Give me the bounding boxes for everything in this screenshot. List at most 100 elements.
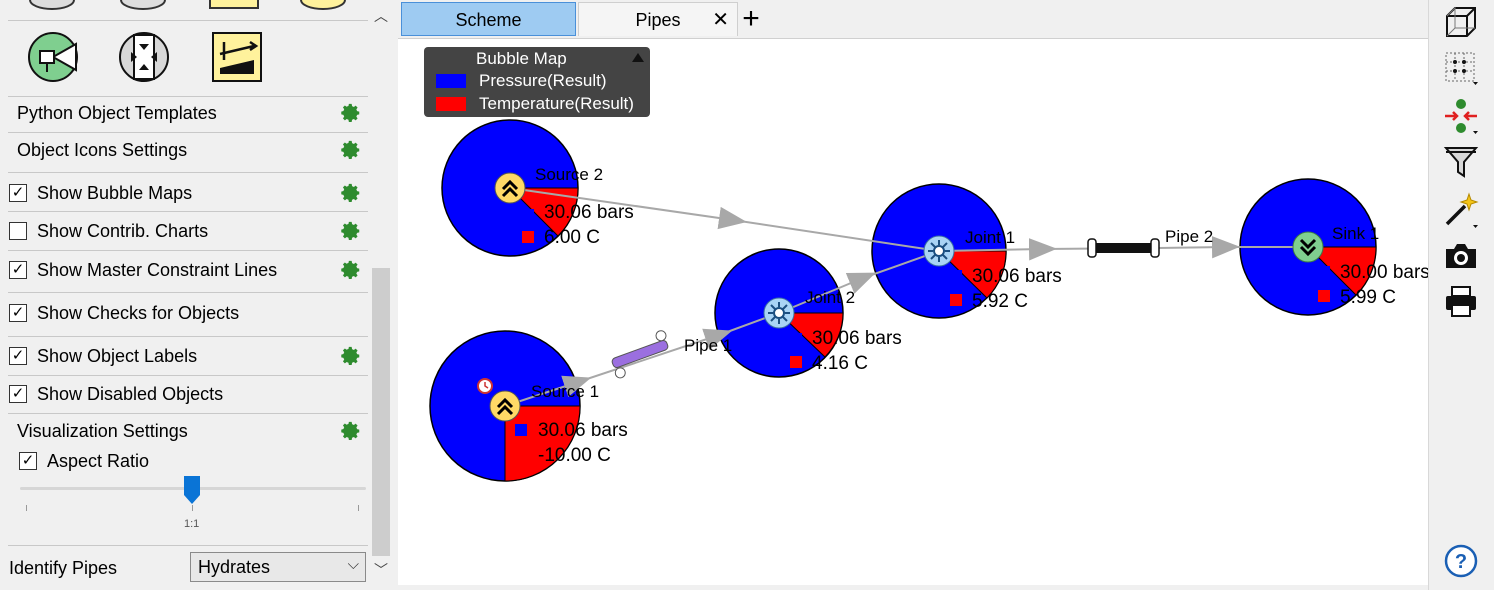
object-icons-row[interactable]: Object Icons Settings [0,133,368,167]
chevron-down-icon: ⌵ [347,556,359,573]
joint2-label: Joint 2 [805,288,855,307]
source2-pressure: 30.06 bars [544,202,634,223]
show-contrib-charts-row[interactable]: Show Contrib. Charts [0,214,368,248]
source1-pressure: 30.06 bars [538,420,628,441]
slider-tick [26,505,27,511]
compressor-tool-icon[interactable] [210,30,264,84]
show-bubble-maps-checkbox[interactable]: ✓ [9,184,27,202]
source1-temperature: -10.00 C [538,445,611,466]
sink1-pressure: 30.00 bars [1340,262,1428,283]
network-diagram: Source 2 30.06 bars 6.00 C Source 1 30.0… [429,119,1428,482]
show-contrib-charts-checkbox[interactable] [9,222,27,240]
gear-icon[interactable] [340,420,362,442]
add-tab-icon[interactable]: + [736,2,766,36]
identify-pipes-select[interactable]: Hydrates ⌵ [190,552,366,582]
show-master-constraint-label: Show Master Constraint Lines [37,259,278,280]
show-bubble-maps-row[interactable]: ✓ Show Bubble Maps [0,176,368,210]
python-templates-row[interactable]: Python Object Templates [0,96,368,130]
show-disabled-row[interactable]: ✓ Show Disabled Objects [0,377,368,411]
help-icon[interactable]: ? [1443,543,1479,579]
visualization-settings-row[interactable]: Visualization Settings [0,414,368,448]
left-panel-scrollbar[interactable]: ︿ ﹀ [368,0,394,590]
connect-icon[interactable] [1443,98,1479,134]
joint1-label: Joint 1 [965,228,1015,247]
temperature-marker [950,294,962,306]
grid-icon[interactable] [1443,50,1479,86]
scroll-down-icon[interactable]: ﹀ [373,562,389,578]
scroll-up-icon[interactable]: ︿ [373,8,389,24]
aspect-ratio-checkbox[interactable]: ✓ [19,452,37,470]
tab-scheme-label: Scheme [455,10,522,30]
pressure-marker [522,209,534,221]
camera-icon[interactable] [1443,238,1479,274]
left-panel: Python Object Templates Object Icons Set… [0,0,368,590]
gear-icon[interactable] [340,102,362,124]
aspect-ratio-row[interactable]: ✓ Aspect Ratio [10,444,378,478]
gear-icon[interactable] [340,259,362,281]
scrollbar-thumb[interactable] [372,268,390,556]
scheme-canvas[interactable]: Source 2 30.06 bars 6.00 C Source 1 30.0… [398,38,1428,585]
pressure-marker [790,333,802,345]
slider-ratio-label: 1:1 [184,518,200,530]
cropped-icons-row [29,0,346,10]
main-area: Scheme Pipes ✕ + Source 2 30.06 bars 6.0… [398,0,1428,590]
tab-bar: Scheme Pipes ✕ + [398,0,1428,38]
aspect-slider-thumb[interactable] [183,475,201,505]
show-object-labels-row[interactable]: ✓ Show Object Labels [0,339,368,373]
aspect-ratio-label: Aspect Ratio [47,450,150,471]
edge-pipe2[interactable] [1157,236,1240,259]
bubble-map-legend[interactable]: Bubble Map Pressure(Result) Temperature(… [424,47,650,117]
sink1-temperature: 5.99 C [1340,287,1396,308]
tab-scheme[interactable]: Scheme [401,2,576,36]
sink1-icon[interactable] [1292,231,1324,263]
legend-item-pressure: Pressure(Result) [479,71,607,90]
show-checks-label: Show Checks for Objects [37,302,240,323]
legend-item-temperature: Temperature(Result) [479,94,634,113]
close-icon[interactable]: ✕ [712,3,729,37]
gear-icon[interactable] [340,182,362,204]
show-object-labels-checkbox[interactable]: ✓ [9,347,27,365]
show-master-constraint-row[interactable]: ✓ Show Master Constraint Lines [0,253,368,287]
clock-icon[interactable] [477,378,493,394]
legend-title: Bubble Map [476,49,567,68]
python-templates-label: Python Object Templates [17,102,217,123]
joint1-temperature: 5.92 C [972,291,1028,312]
tab-pipes[interactable]: Pipes ✕ [578,2,738,36]
valve-tool-icon[interactable] [117,30,171,84]
gear-icon[interactable] [340,345,362,367]
joint1-icon[interactable] [923,235,955,267]
pipe2-icon[interactable] [1087,238,1160,258]
pressure-marker [515,424,527,436]
pressure-marker [950,270,962,282]
separator [8,336,368,337]
show-master-constraint-checkbox[interactable]: ✓ [9,261,27,279]
source1-icon[interactable] [489,390,521,422]
temperature-marker [1318,290,1330,302]
source-tool-icon[interactable] [26,30,80,84]
temperature-marker [522,231,534,243]
joint2-pressure: 30.06 bars [812,328,902,349]
slider-tick [192,505,193,511]
slider-tick [358,505,359,511]
show-disabled-checkbox[interactable]: ✓ [9,385,27,403]
magic-wand-icon[interactable] [1443,192,1479,228]
separator [8,375,368,376]
source2-temperature: 6.00 C [544,227,600,248]
filter-icon[interactable] [1443,144,1479,180]
visualization-settings-label: Visualization Settings [17,420,188,441]
pipe1-label: Pipe 1 [684,336,732,355]
gear-icon[interactable] [340,139,362,161]
source1-label: Source 1 [531,382,599,401]
source2-icon[interactable] [494,172,526,204]
3d-view-icon[interactable] [1443,4,1479,40]
legend-swatch-pressure [436,74,466,88]
gear-icon[interactable] [340,220,362,242]
separator [8,20,368,21]
print-icon[interactable] [1443,284,1479,320]
svg-text:?: ? [1455,551,1467,573]
show-checks-checkbox[interactable]: ✓ [9,304,27,322]
joint2-icon[interactable] [763,297,795,329]
collapse-icon[interactable] [632,53,644,62]
show-checks-row[interactable]: ✓ Show Checks for Objects [0,296,368,330]
legend-swatch-temperature [436,97,466,111]
